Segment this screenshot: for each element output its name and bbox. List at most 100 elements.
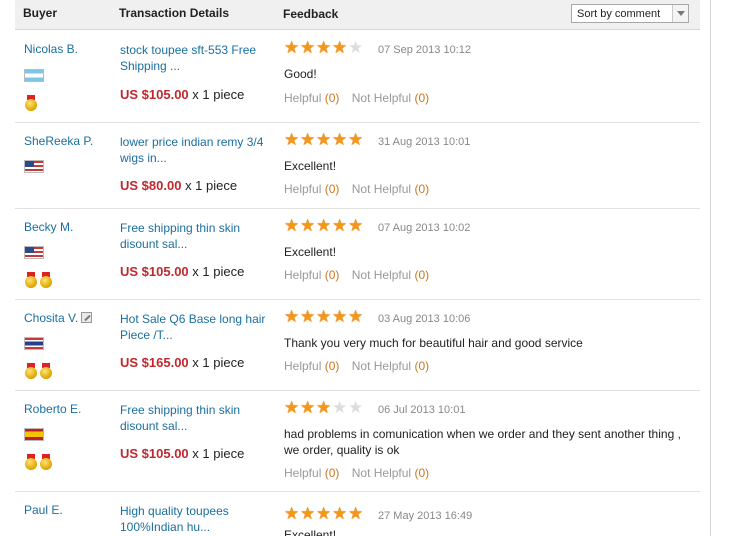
- star-icon: ★: [316, 307, 332, 326]
- helpful-link[interactable]: Helpful (0): [284, 182, 339, 196]
- argentina-flag-icon: [24, 69, 44, 82]
- star-icon: ★: [316, 130, 332, 149]
- helpful-link[interactable]: Helpful (0): [284, 466, 339, 480]
- transaction-column-header: Transaction Details: [119, 6, 230, 20]
- product-link[interactable]: Free shipping thin skin disount sal...: [120, 402, 270, 434]
- vote-links: Helpful (0) Not Helpful (0): [284, 466, 429, 480]
- table-header: Buyer Transaction Details Feedback Sort …: [15, 0, 700, 30]
- product-link[interactable]: lower price indian remy 3/4 wigs in...: [120, 134, 270, 166]
- not-helpful-link[interactable]: Not Helpful (0): [352, 359, 429, 373]
- star-icon: ★: [316, 38, 332, 57]
- quantity: x 1 piece: [192, 355, 245, 370]
- review-comment: Excellent!: [284, 245, 337, 259]
- quantity: x 1 piece: [185, 178, 238, 193]
- review-row: SheReeka P. lower price indian remy 3/4 …: [15, 123, 700, 209]
- vote-links: Helpful (0) Not Helpful (0): [284, 91, 429, 105]
- sort-select-value: Sort by comment: [577, 8, 661, 20]
- sort-select[interactable]: Sort by comment: [571, 4, 689, 23]
- buyer-name[interactable]: SheReeka P.: [24, 134, 93, 148]
- star-icon: ★: [284, 398, 300, 417]
- helpful-link[interactable]: Helpful (0): [284, 91, 339, 105]
- buyer-column-header: Buyer: [23, 6, 58, 20]
- review-date: 07 Sep 2013 10:12: [378, 44, 471, 56]
- buyer-name[interactable]: Chosita V.: [24, 311, 78, 325]
- helpful-link[interactable]: Helpful (0): [284, 359, 339, 373]
- feedback-column-header: Feedback: [283, 7, 339, 21]
- product-link[interactable]: Free shipping thin skin disount sal...: [120, 220, 270, 252]
- review-date: 31 Aug 2013 10:01: [378, 136, 471, 148]
- star-icon: ★: [300, 398, 316, 417]
- review-date: 07 Aug 2013 10:02: [378, 222, 471, 234]
- star-icon: ★: [332, 307, 348, 326]
- edit-icon[interactable]: [81, 312, 93, 323]
- star-icon: ★: [284, 130, 300, 149]
- star-empty-icon: ★: [348, 398, 364, 417]
- review-comment: Good!: [284, 67, 317, 81]
- price-line: US $105.00 x 1 piece: [120, 446, 244, 461]
- spain-flag-icon: [24, 428, 44, 441]
- buyer-name-with-edit[interactable]: Chosita V.: [24, 311, 93, 325]
- buyer-name[interactable]: Roberto E.: [24, 402, 81, 416]
- review-row: Nicolas B. stock toupee sft-553 Free Shi…: [15, 31, 700, 123]
- not-helpful-link[interactable]: Not Helpful (0): [352, 182, 429, 196]
- review-date: 06 Jul 2013 10:01: [378, 404, 466, 416]
- vote-links: Helpful (0) Not Helpful (0): [284, 268, 429, 282]
- buyer-medals: [25, 272, 55, 288]
- star-icon: ★: [284, 307, 300, 326]
- price-line: US $165.00 x 1 piece: [120, 355, 244, 370]
- star-empty-icon: ★: [332, 398, 348, 417]
- quantity: x 1 piece: [192, 264, 245, 279]
- star-icon: ★: [332, 216, 348, 235]
- review-comment: had problems in comunication when we ord…: [284, 427, 681, 457]
- star-icon: ★: [332, 130, 348, 149]
- product-link[interactable]: High quality toupees 100%Indian hu...: [120, 503, 270, 535]
- star-rating: ★★★★★: [284, 130, 364, 149]
- quantity: x 1 piece: [192, 446, 245, 461]
- medal-icon: [40, 363, 52, 379]
- medal-icon: [40, 454, 52, 470]
- price: US $80.00: [120, 178, 182, 193]
- not-helpful-link[interactable]: Not Helpful (0): [352, 91, 429, 105]
- star-icon: ★: [332, 504, 348, 523]
- frame-border: [710, 0, 711, 536]
- medal-icon: [25, 454, 37, 470]
- medal-icon: [40, 272, 52, 288]
- product-link[interactable]: stock toupee sft-553 Free Shipping ...: [120, 42, 270, 74]
- review-date: 27 May 2013 16:49: [378, 510, 473, 522]
- medal-icon: [25, 95, 37, 111]
- buyer-name[interactable]: Nicolas B.: [24, 42, 78, 56]
- vote-links: Helpful (0) Not Helpful (0): [284, 182, 429, 196]
- buyer-name[interactable]: Becky M.: [24, 220, 73, 234]
- buyer-name[interactable]: Paul E.: [24, 503, 63, 517]
- review-comment: Excellent!: [284, 159, 337, 173]
- star-rating: ★★★★★: [284, 216, 364, 235]
- star-icon: ★: [284, 38, 300, 57]
- vote-links: Helpful (0) Not Helpful (0): [284, 359, 429, 373]
- star-icon: ★: [300, 307, 316, 326]
- price: US $105.00: [120, 87, 189, 102]
- medal-icon: [25, 363, 37, 379]
- buyer-medals: [25, 95, 40, 111]
- buyer-medals: [25, 363, 55, 379]
- star-icon: ★: [300, 216, 316, 235]
- review-row: Chosita V. Hot Sale Q6 Base long hair Pi…: [15, 300, 700, 391]
- price-line: US $105.00 x 1 piece: [120, 87, 244, 102]
- star-icon: ★: [316, 504, 332, 523]
- not-helpful-link[interactable]: Not Helpful (0): [352, 466, 429, 480]
- star-rating: ★★★★★: [284, 307, 364, 326]
- star-icon: ★: [348, 307, 364, 326]
- star-icon: ★: [300, 504, 316, 523]
- star-icon: ★: [348, 130, 364, 149]
- product-link[interactable]: Hot Sale Q6 Base long hair Piece /T...: [120, 311, 270, 343]
- us-flag-icon: [24, 160, 44, 173]
- star-icon: ★: [284, 216, 300, 235]
- chevron-down-icon[interactable]: [672, 5, 688, 22]
- quantity: x 1 piece: [192, 87, 245, 102]
- star-icon: ★: [300, 130, 316, 149]
- star-icon: ★: [348, 216, 364, 235]
- star-rating: ★★★★★: [284, 504, 364, 523]
- not-helpful-link[interactable]: Not Helpful (0): [352, 268, 429, 282]
- star-icon: ★: [316, 216, 332, 235]
- review-date: 03 Aug 2013 10:06: [378, 313, 471, 325]
- helpful-link[interactable]: Helpful (0): [284, 268, 339, 282]
